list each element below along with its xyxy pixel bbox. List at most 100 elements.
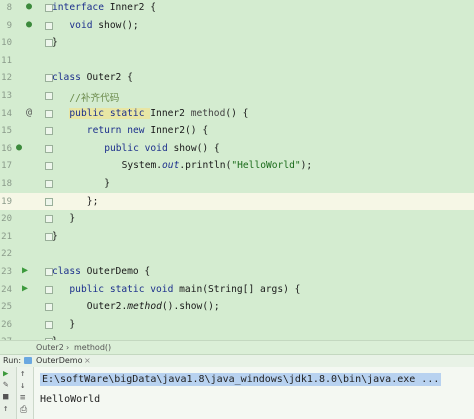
code-line[interactable]: 21} — [0, 228, 474, 246]
line-number: 16 — [1, 143, 12, 154]
code-token: class — [52, 266, 87, 277]
fold-marker-icon[interactable] — [45, 21, 53, 30]
code-token: "HelloWorld" — [231, 160, 301, 172]
rerun-icon[interactable]: ▶ — [3, 369, 8, 379]
code-token: System. — [121, 160, 163, 172]
code-token: method — [190, 107, 226, 119]
run-icon[interactable]: ▶ — [22, 265, 28, 276]
fold-marker-icon[interactable] — [45, 144, 53, 153]
implemented-icon[interactable]: ● — [26, 1, 32, 12]
fold-marker-icon[interactable] — [45, 109, 53, 118]
code-token: public static — [69, 107, 151, 119]
code-editor[interactable]: 8 ● interface Inner2 {9 ● void show(); 10} 11 1… — [0, 0, 474, 340]
code-line[interactable]: 22 — [0, 245, 474, 263]
fold-marker-icon[interactable] — [45, 127, 53, 136]
fold-marker-icon[interactable] — [45, 303, 53, 312]
code-line[interactable]: 26} — [0, 316, 474, 334]
line-number: 24 — [1, 284, 12, 295]
breadcrumb-separator: › — [66, 343, 70, 352]
fold-marker-icon[interactable] — [45, 180, 53, 188]
console-command[interactable]: E:\softWare\bigData\java1.8\java_windows… — [40, 373, 442, 386]
line-number: 10 — [1, 38, 12, 49]
code-token: } — [52, 230, 58, 242]
code-text: System.out.println("HelloWorld"); — [122, 160, 313, 171]
close-icon[interactable]: × — [84, 356, 91, 365]
fold-marker-icon[interactable] — [45, 92, 53, 100]
code-line[interactable]: 8 ● interface Inner2 { — [0, 0, 474, 17]
line-number: 21 — [1, 231, 12, 242]
breadcrumb-method[interactable]: method() — [74, 343, 111, 352]
fold-marker-icon[interactable] — [45, 285, 53, 294]
code-token: ().show(); — [161, 301, 220, 313]
code-token: void — [69, 19, 99, 31]
code-token: ); — [300, 160, 313, 172]
code-text: } — [69, 213, 75, 224]
code-text: } — [52, 231, 58, 242]
code-text: public void show() { — [104, 143, 220, 154]
run-icon[interactable]: ▶ — [22, 283, 28, 294]
line-number: 8 — [6, 3, 12, 13]
code-line[interactable]: 18} — [0, 175, 474, 193]
implemented-icon[interactable]: ● — [26, 19, 32, 30]
code-line[interactable]: 16 ● public void show() { — [0, 140, 474, 158]
code-token: () { — [225, 107, 249, 119]
soft-wrap-icon[interactable]: ≡ — [20, 393, 25, 403]
code-line[interactable]: 14 @ public static Inner2 method() { — [0, 105, 474, 123]
fold-marker-icon[interactable] — [45, 320, 53, 329]
fold-marker-icon[interactable] — [45, 197, 53, 206]
run-tool-window-header: Run: OuterDemo × — [0, 354, 474, 368]
code-line[interactable]: 27} — [0, 333, 474, 340]
code-line[interactable]: 11 — [0, 52, 474, 70]
code-text: } — [52, 37, 58, 48]
code-token: Inner2 { — [109, 2, 156, 13]
code-line[interactable]: 15 return new Inner2() { — [0, 122, 474, 140]
arrow-up-icon[interactable]: ↑ — [20, 369, 25, 379]
code-line[interactable]: 9 ● void show(); — [0, 17, 474, 35]
line-number: 19 — [1, 196, 12, 207]
line-number: 18 — [1, 179, 12, 189]
code-text: public static void main(String[] args) { — [69, 284, 300, 295]
code-line[interactable]: 20} — [0, 210, 474, 228]
arrow-down-icon[interactable]: ↓ — [20, 381, 25, 391]
code-token: method — [127, 301, 162, 313]
line-number: 22 — [1, 249, 12, 260]
console-panel[interactable]: ▶ ✎ ■ ↑ ↑ ↓ ≡ ⎙ E:\softWare\bigData\java… — [0, 367, 474, 419]
fold-marker-icon[interactable] — [45, 215, 53, 224]
code-token: show() { — [173, 142, 220, 154]
code-text: //补齐代码 — [69, 90, 119, 104]
breadcrumb-class[interactable]: Outer2 — [36, 343, 64, 352]
code-line[interactable]: 12 class Outer2 { — [0, 69, 474, 87]
annotation-icon[interactable]: @ — [26, 107, 32, 118]
console-toolbar: ▶ ✎ ■ ↑ — [0, 367, 17, 419]
code-token: public static void — [69, 283, 180, 295]
print-icon[interactable]: ⎙ — [20, 405, 27, 415]
run-tab-outerdemo[interactable]: OuterDemo — [36, 356, 82, 365]
code-line[interactable]: 19}; — [0, 192, 474, 211]
code-line[interactable]: 17 System.out.println("HelloWorld"); — [0, 157, 474, 175]
code-token: } — [104, 178, 110, 189]
wrench-icon[interactable]: ✎ — [3, 380, 8, 390]
override-icon[interactable]: ● — [16, 142, 22, 153]
code-line[interactable]: 24 ▶ public static void main(String[] args… — [0, 281, 474, 299]
code-text: class OuterDemo { — [52, 266, 150, 277]
code-token: show(); — [98, 19, 139, 31]
code-token: public void — [104, 142, 174, 154]
code-token: out — [162, 160, 180, 172]
code-token: } — [69, 318, 76, 330]
code-line[interactable]: 10} — [0, 34, 474, 52]
line-number: 11 — [1, 55, 12, 66]
code-token: Outer2 { — [86, 72, 133, 84]
line-number: 26 — [1, 319, 12, 330]
code-line[interactable]: 13 //补齐代码 — [0, 87, 474, 105]
fold-marker-icon[interactable] — [45, 162, 53, 171]
scroll-up-icon[interactable]: ↑ — [3, 404, 8, 414]
line-number: 15 — [1, 126, 12, 137]
code-line[interactable]: 25 Outer2.method().show(); — [0, 298, 474, 316]
code-token: Inner2 — [150, 107, 191, 119]
line-number: 17 — [1, 161, 12, 172]
code-token: //补齐代码 — [69, 93, 120, 104]
console-toolbar-secondary: ↑ ↓ ≡ ⎙ — [17, 367, 34, 419]
code-line[interactable]: 23 ▶ class OuterDemo { — [0, 263, 474, 281]
code-text: public static Inner2 method() { — [69, 107, 249, 119]
stop-icon[interactable]: ■ — [3, 392, 8, 402]
